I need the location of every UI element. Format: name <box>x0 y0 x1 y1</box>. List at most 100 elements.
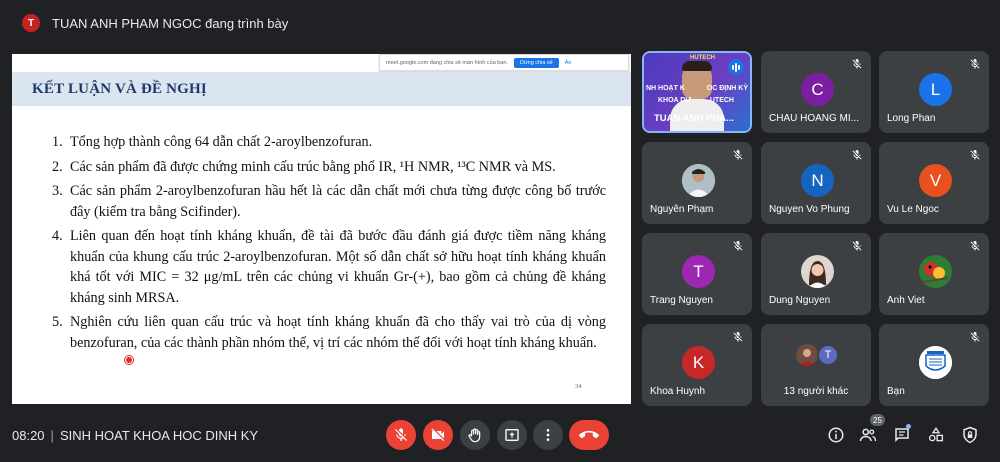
hide-notice-button[interactable]: Ẩn <box>565 60 572 66</box>
presenting-label: TUAN ANH PHAM NGOC đang trình bày <box>52 15 289 31</box>
participant-name: Bạn <box>887 386 905 397</box>
man-photo-icon <box>682 164 715 197</box>
stop-sharing-button[interactable]: Dừng chia sẻ <box>514 57 559 68</box>
host-controls-button[interactable] <box>960 425 980 445</box>
shared-screen: meet.google.com đang chia sẻ màn hình củ… <box>12 54 631 404</box>
participant-tile[interactable]: Nguyên Phạm <box>642 142 752 224</box>
participant-tile[interactable]: Dung Nguyen <box>761 233 871 315</box>
presenter-avatar: T <box>22 14 40 32</box>
mic-off-icon <box>733 150 743 160</box>
participant-tile[interactable]: C CHAU HOANG MI... <box>761 51 871 133</box>
meeting-details-button[interactable] <box>826 425 846 445</box>
slide-list-item: 5. Nghiên cứu liên quan cấu trúc và hoạt … <box>52 312 606 353</box>
present-screen-button[interactable] <box>497 420 527 450</box>
item-text: Các sản phẩm đã được chứng minh cấu trúc… <box>70 158 556 175</box>
participant-name: TUAN ANH PHA... <box>654 113 734 124</box>
mic-off-icon <box>970 150 980 160</box>
others-count-label: 13 người khác <box>783 386 849 397</box>
activities-button[interactable] <box>926 425 946 445</box>
meeting-title: SINH HOAT KHOA HOC DINH KY <box>59 428 259 443</box>
end-call-icon <box>579 430 599 439</box>
mic-off-icon <box>970 241 980 251</box>
slide-list-item: 4. Liên quan đến hoạt tính kháng khuẩn, đ… <box>52 226 606 308</box>
meeting-info: 08:20 | SINH HOAT KHOA HOC DINH KY <box>12 428 259 443</box>
participant-tile[interactable]: L Long Phan <box>879 51 989 133</box>
activities-icon <box>928 427 944 442</box>
mic-off-icon <box>970 59 980 69</box>
presenting-banner: T TUAN ANH PHAM NGOC đang trình bày <box>0 0 1000 46</box>
mic-off-icon <box>852 241 862 251</box>
university-logo-icon <box>919 346 952 379</box>
participant-name: Anh Viet <box>887 295 925 306</box>
participant-name: Khoa Huynh <box>650 386 706 397</box>
slide-list-item: 1. Tổng hợp thành công 64 dẫn chất 2-aroy… <box>52 132 606 153</box>
participant-name: Nguyen Vo Phung <box>769 204 850 215</box>
people-icon <box>859 428 877 442</box>
participant-name: Dung Nguyen <box>769 295 831 306</box>
others-tile[interactable]: T 13 người khác <box>761 324 871 406</box>
participant-tile[interactable]: K Khoa Huynh <box>642 324 752 406</box>
shield-lock-icon <box>963 426 977 444</box>
microphone-toggle-button[interactable] <box>386 420 416 450</box>
slide-list-item: 3. Các sản phẩm 2-aroylbenzofuran hầu hết… <box>52 181 606 222</box>
clock-time: 08:20 <box>12 428 45 443</box>
camera-toggle-button[interactable] <box>423 420 453 450</box>
item-number: 3. <box>52 183 63 199</box>
screen-share-notice: meet.google.com đang chia sẻ màn hình củ… <box>379 54 629 71</box>
speaking-indicator-icon <box>728 59 744 75</box>
item-text: Tổng hợp thành công 64 dẫn chất 2-aroylb… <box>70 134 373 150</box>
raise-hand-button[interactable] <box>460 420 490 450</box>
item-text: Liên quan đến hoạt tính kháng khuẩn, đề … <box>70 228 606 306</box>
participant-name: Trang Nguyen <box>650 295 713 306</box>
participant-tile[interactable]: V Vu Le Ngoc <box>879 142 989 224</box>
hand-icon <box>468 428 481 443</box>
present-icon <box>505 429 519 441</box>
participant-avatar: N <box>801 164 834 197</box>
item-text: Nghiên cứu liên quan cấu trúc và hoạt tí… <box>70 314 606 351</box>
bird-photo-icon <box>919 255 952 288</box>
participant-tile[interactable]: Anh Viet <box>879 233 989 315</box>
participant-avatar: L <box>919 73 952 106</box>
slide-page-number: 34 <box>575 383 582 390</box>
chat-notification-dot <box>906 424 911 429</box>
participant-name: CHAU HOANG MI... <box>769 113 860 124</box>
participant-tile[interactable]: T Trang Nguyen <box>642 233 752 315</box>
people-button[interactable] <box>858 425 878 445</box>
participant-tile[interactable]: N Nguyen Vo Phung <box>761 142 871 224</box>
participant-count-badge: 25 <box>870 414 885 426</box>
more-options-button[interactable] <box>533 420 563 450</box>
more-vert-icon <box>546 429 550 441</box>
self-tile[interactable]: Bạn <box>879 324 989 406</box>
slide-list: 1. Tổng hợp thành công 64 dẫn chất 2-aroy… <box>52 132 606 357</box>
info-icon <box>828 427 844 443</box>
presenter-hair <box>682 61 712 71</box>
group-photo-icon <box>796 344 818 366</box>
share-notice-text: meet.google.com đang chia sẻ màn hình củ… <box>386 59 508 66</box>
mic-off-icon <box>852 150 862 160</box>
slide-header: KẾT LUẬN VÀ ĐỀ NGHỊ <box>12 72 631 106</box>
participant-avatar: K <box>682 346 715 379</box>
mic-off-icon <box>733 332 743 342</box>
presenter-video-tile[interactable]: HUTECH NH HOẠT K OC ĐỊNH KỲ KHOA DƯ UTEC… <box>642 51 752 133</box>
mic-off-icon <box>970 332 980 342</box>
mic-off-icon <box>852 59 862 69</box>
item-number: 4. <box>52 228 63 244</box>
mic-off-icon <box>733 241 743 251</box>
participant-photo <box>682 164 715 197</box>
slide-list-item: 2. Các sản phẩm đã được chứng minh cấu tr… <box>52 157 606 178</box>
participant-avatar: V <box>919 164 952 197</box>
leave-call-button[interactable] <box>569 420 609 450</box>
pointer-cursor-icon <box>125 356 133 364</box>
item-number: 5. <box>52 314 63 330</box>
item-text: Các sản phẩm 2-aroylbenzofuran hầu hết l… <box>70 183 606 220</box>
participant-name: Long Phan <box>887 113 936 124</box>
self-avatar <box>919 346 952 379</box>
other-participant-avatar: T <box>817 344 839 366</box>
control-bar: 08:20 | SINH HOAT KHOA HOC DINH KY <box>0 408 1000 462</box>
backdrop-text-line2b: UTECH <box>709 97 734 104</box>
mic-off-icon <box>395 428 407 441</box>
participant-photo <box>801 255 834 288</box>
participant-avatar: C <box>801 73 834 106</box>
participant-name: Nguyên Phạm <box>650 204 714 215</box>
woman-photo-icon <box>801 255 834 288</box>
